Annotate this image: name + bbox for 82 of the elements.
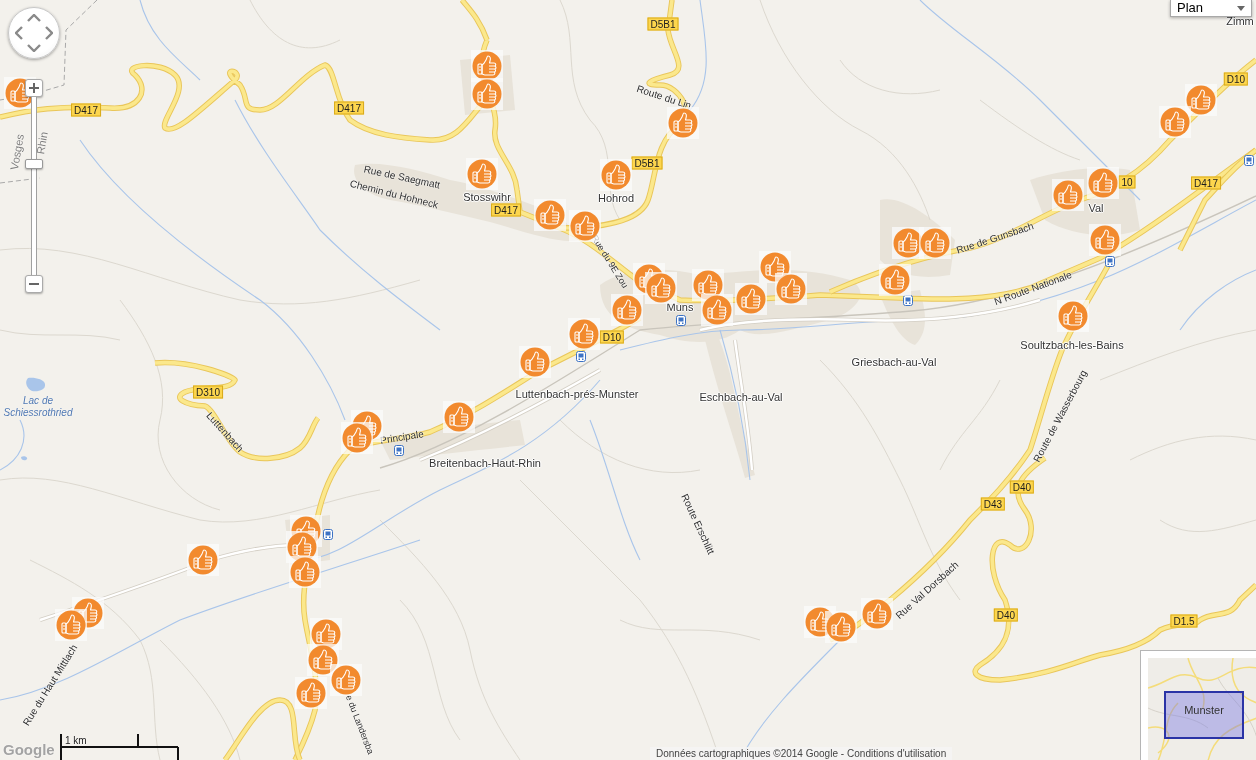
overview-viewport[interactable]: Munster [1164,691,1244,739]
road-number-sign: D417 [71,103,101,117]
thumbs-up-icon[interactable] [289,556,321,588]
transit-stop-icon [576,351,586,362]
thumbs-up-icon[interactable] [568,318,600,350]
logo-text: Google [3,741,55,758]
lake [26,377,46,392]
thumbs-up-icon[interactable] [1087,167,1119,199]
thumbs-up-icon[interactable] [1052,179,1084,211]
thumbs-up-icon[interactable] [919,227,951,259]
scale-label: 1 km [65,735,87,746]
street-label: Route du Lin [635,83,693,111]
thumbs-up-icon[interactable] [645,272,677,304]
thumbs-up-icon[interactable] [471,78,503,110]
map-type-dropdown[interactable]: Plan [1170,0,1252,17]
place-label: Val [1088,201,1104,215]
caret-down-icon [1237,5,1245,11]
thumbs-up-icon[interactable] [330,664,362,696]
chevron-down-icon[interactable] [27,44,41,52]
thumbs-up-icon[interactable] [341,422,373,454]
thumbs-up-icon[interactable] [600,159,632,191]
place-label: Eschbach-au-Val [699,390,783,404]
transit-stop-icon [676,315,686,326]
road-number-sign: D10 [599,330,625,344]
thumbs-up-icon[interactable] [775,273,807,305]
street-label: Principale [379,428,425,446]
place-label: Griesbach-au-Val [851,355,937,369]
road-number-sign: D10 [1223,72,1249,86]
attribution-text: Données cartographiques ©2014 Google - [656,747,845,760]
place-label: Hohrod [597,191,635,205]
place-label: Zimm [1226,14,1254,28]
place-label: Muns [666,300,694,314]
region-label: Vosges [7,133,27,171]
thumbs-up-icon[interactable] [519,346,551,378]
place-label: Luttenbach-prés-Munster [515,387,639,401]
road-number-sign: D40 [993,608,1019,622]
thumbs-up-icon[interactable] [295,677,327,709]
thumbs-up-icon[interactable] [1057,300,1089,332]
transit-stop-icon [394,445,404,456]
road-number-sign: D310 [193,385,223,399]
thumbs-up-icon[interactable] [187,544,219,576]
thumbs-up-icon[interactable] [735,283,767,315]
road-number-sign: D417 [491,203,521,217]
terms-link[interactable]: Conditions d'utilisation [847,747,947,760]
minus-icon [29,283,39,285]
zoom-in-button[interactable] [25,79,43,97]
road-number-sign: D40 [1009,480,1035,494]
road-number-sign: D417 [1191,176,1221,190]
thumbs-up-icon[interactable] [534,199,566,231]
road-number-sign: D5B1 [631,156,663,170]
road-number-sign: D417 [334,101,364,115]
plus-icon [29,83,39,93]
thumbs-up-icon[interactable] [879,264,911,296]
pond [21,456,28,461]
place-label: Stosswihr [463,190,511,204]
transit-stop-icon [1105,256,1115,267]
thumbs-up-icon[interactable] [307,644,339,676]
thumbs-up-icon[interactable] [1159,106,1191,138]
thumbs-up-icon[interactable] [55,609,87,641]
thumbs-up-icon[interactable] [1089,224,1121,256]
road-number-sign: D43 [980,497,1006,511]
road-number-sign: D5B1 [647,17,679,31]
thumbs-up-icon[interactable] [825,611,857,643]
chevron-up-icon[interactable] [27,14,41,22]
thumbs-up-icon[interactable] [443,401,475,433]
thumbs-up-icon[interactable] [611,294,643,326]
thumbs-up-icon[interactable] [861,598,893,630]
lake-label: Lac de Schiessrothried [2,394,74,418]
chevron-left-icon[interactable] [15,26,23,40]
zoom-out-button[interactable] [25,275,43,293]
pan-control[interactable] [8,7,60,59]
thumbs-up-icon[interactable] [701,294,733,326]
region-label: Rhin [34,130,50,156]
place-label: Breitenbach-Haut-Rhin [429,456,541,470]
thumbs-up-icon[interactable] [1185,84,1217,116]
transit-stop-icon [1244,155,1254,166]
stream [0,419,25,471]
thumbs-up-icon[interactable] [667,107,699,139]
thumbs-up-icon[interactable] [466,158,498,190]
road-number-sign: D1.5 [1170,614,1198,628]
chevron-right-icon[interactable] [45,26,53,40]
zoom-slider-thumb[interactable] [25,159,43,170]
